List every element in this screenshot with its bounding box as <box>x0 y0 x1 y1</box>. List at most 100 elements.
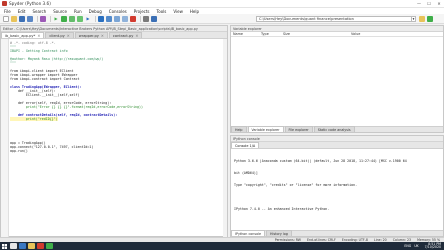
editor-scrollbar[interactable] <box>223 39 227 237</box>
ipython-console-pane: IPython console Console 1/A Python 3.6.6… <box>230 135 444 237</box>
title-bar: Spyder (Python 3.6) — ☐ ✕ <box>0 0 444 8</box>
new-file-icon[interactable] <box>3 15 9 22</box>
task-view-icon[interactable] <box>19 243 26 249</box>
step-into-icon[interactable] <box>106 15 112 22</box>
variable-explorer-pane: Variable explorer Name Type Size Value H… <box>230 25 444 133</box>
run-cell-icon[interactable] <box>61 15 67 22</box>
working-directory-dropdown-icon[interactable]: ▾ <box>411 16 416 22</box>
menu-search[interactable]: Search <box>32 9 46 14</box>
spyder-taskbar-icon[interactable] <box>37 243 44 249</box>
variable-explorer-tabs: Help Variable explorer File explorer Sta… <box>231 126 443 132</box>
code-line: """ <box>10 61 16 65</box>
run-selection-icon[interactable] <box>77 15 83 22</box>
parent-directory-icon[interactable] <box>427 16 433 22</box>
menu-file[interactable]: File <box>4 9 11 14</box>
console-tab-bar: Console 1/A <box>231 142 443 149</box>
working-directory-input[interactable]: C:\Users\Hey\Documents\quant finance\pre… <box>256 16 412 22</box>
column-type[interactable]: Type <box>261 32 283 36</box>
menu-debug[interactable]: Debug <box>89 9 102 14</box>
close-tab-icon[interactable]: ✕ <box>135 34 138 38</box>
window-title: Spyder (Python 3.6) <box>9 1 51 6</box>
python-path-icon[interactable] <box>151 15 157 22</box>
tab-static-code-analysis[interactable]: Static code analysis <box>313 126 355 132</box>
close-tab-icon[interactable]: ✕ <box>37 34 40 38</box>
tab-history-log[interactable]: History log <box>266 230 292 236</box>
editor-pane: Editor - C:\Users\Hey\Documents\Interact… <box>0 25 228 237</box>
console-bottom-tabs: IPython console History log <box>231 230 443 236</box>
toolbar-separator <box>37 15 38 22</box>
code-line: from ibapi.contract import Contract <box>10 77 80 81</box>
console-title: IPython console <box>233 137 260 141</box>
code-area[interactable]: # -*- coding: utf-8 -*- """ IBAPI - Gett… <box>1 39 227 237</box>
clock[interactable]: 8:51 PM 7/10/2020 <box>422 242 441 250</box>
tab-ib-basic-app[interactable]: ib_basic_app.py* ✕ <box>1 32 45 38</box>
run-icon[interactable]: ▶ <box>53 16 59 22</box>
console-line: IPython 7.4.0 -- An enhanced Interactive… <box>234 207 330 211</box>
code-line: app.run() <box>10 149 28 153</box>
column-value[interactable]: Value <box>351 32 360 36</box>
close-window-button[interactable]: ✕ <box>434 0 444 8</box>
console-line: Type "copyright", "credits" or "license"… <box>234 183 358 187</box>
taskbar: ENG UK 8:51 PM 7/10/2020 <box>0 242 444 250</box>
menu-view[interactable]: View <box>173 9 183 14</box>
clock-date: 7/10/2020 <box>424 245 441 249</box>
tab-console-1[interactable]: Console 1/A <box>231 142 260 148</box>
minimize-button[interactable]: — <box>414 0 424 8</box>
debug-icon[interactable]: ▶ <box>85 16 91 22</box>
menu-help[interactable]: Help <box>190 9 199 14</box>
close-tab-icon[interactable]: ✕ <box>101 34 104 38</box>
column-size[interactable]: Size <box>283 32 351 36</box>
code-line-current: print("redID{}") <box>10 117 58 121</box>
search-taskbar-icon[interactable] <box>10 243 17 249</box>
console-line: Python 3.6.6 |Anaconda custom (64-bit)| … <box>234 159 407 163</box>
browse-folder-icon[interactable] <box>419 16 425 22</box>
menu-run[interactable]: Run <box>74 9 82 14</box>
column-name[interactable]: Name <box>231 32 261 36</box>
menu-source[interactable]: Source <box>53 9 67 14</box>
code-line: # -*- coding: utf-8 -*- <box>10 41 56 45</box>
windows-start-icon[interactable] <box>0 242 8 250</box>
close-tab-icon[interactable]: ✕ <box>67 34 70 38</box>
code-line: @author: Mayank Rasu (http://rasuquant.c… <box>10 57 104 61</box>
preferences-icon[interactable] <box>40 15 46 22</box>
system-tray: ENG UK 8:51 PM 7/10/2020 <box>401 242 444 250</box>
tab-label: contract.py <box>112 34 134 38</box>
menu-tools[interactable]: Tools <box>157 9 167 14</box>
tab-help[interactable]: Help <box>231 126 247 132</box>
tab-label: ib_basic_app.py* <box>5 34 36 38</box>
save-all-icon[interactable] <box>27 15 33 22</box>
menu-consoles[interactable]: Consoles <box>109 9 127 14</box>
spyder-app-icon <box>2 1 7 6</box>
tab-wrapper[interactable]: wrapper.py ✕ <box>74 32 108 38</box>
variable-table-header: Name Type Size Value <box>231 32 443 37</box>
save-icon[interactable] <box>19 15 25 22</box>
code-line: EClient.__init__(self,self) <box>10 93 80 97</box>
console-line: bit (AMD64)] <box>234 171 258 175</box>
code-line: print("Error {} {} {}".format(reqId,erro… <box>10 105 143 109</box>
maximize-button[interactable]: ☐ <box>424 0 434 8</box>
tab-contract[interactable]: contract.py ✕ <box>108 32 143 38</box>
region-indicator[interactable]: UK <box>414 244 418 248</box>
tab-variable-explorer[interactable]: Variable explorer <box>247 126 284 132</box>
step-icon[interactable] <box>98 15 104 22</box>
stop-debug-icon[interactable] <box>130 15 136 22</box>
menu-edit[interactable]: Edit <box>18 9 26 14</box>
language-indicator[interactable]: ENG <box>404 244 411 248</box>
editor-header-label: Editor - C:\Users\Hey\Documents\Interact… <box>3 27 198 31</box>
continue-icon[interactable] <box>122 15 128 22</box>
menu-projects[interactable]: Projects <box>134 9 150 14</box>
toolbar-separator <box>140 15 141 22</box>
step-return-icon[interactable] <box>114 15 120 22</box>
run-cell-advance-icon[interactable] <box>69 15 75 22</box>
tab-label: wrapper.py <box>78 34 99 38</box>
tab-client[interactable]: client.py ✕ <box>45 32 74 38</box>
tab-label: client.py <box>49 34 65 38</box>
tab-ipython-console[interactable]: IPython console <box>231 230 266 236</box>
app-taskbar-icon[interactable] <box>46 243 53 249</box>
open-folder-icon[interactable] <box>11 15 17 22</box>
maximize-pane-icon[interactable] <box>143 15 149 22</box>
tab-file-explorer[interactable]: File explorer <box>284 126 313 132</box>
file-explorer-taskbar-icon[interactable] <box>28 243 35 249</box>
variable-explorer-title: Variable explorer <box>233 27 262 31</box>
